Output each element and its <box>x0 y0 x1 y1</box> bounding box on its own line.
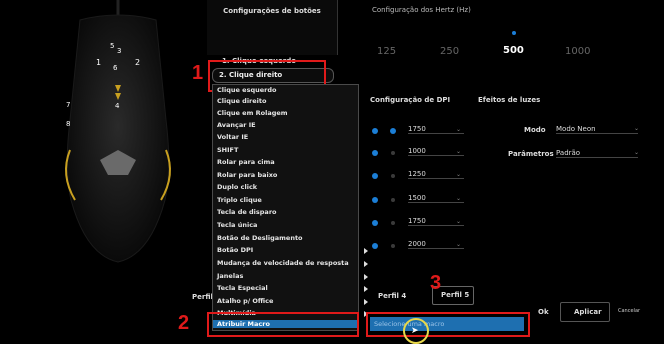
menu-item-triple-click[interactable]: Triplo clique <box>217 196 262 204</box>
menu-item-fire-key[interactable]: Tecla de disparo <box>217 208 277 216</box>
mouse-label-4: 4 <box>115 102 120 110</box>
dpi-dot-3b <box>391 174 395 178</box>
menu-item-scroll-up[interactable]: Rolar para cima <box>217 158 275 166</box>
dpi-dot-5 <box>372 220 378 226</box>
dpi-dot-4 <box>372 197 378 203</box>
chevron-down-icon: ⌄ <box>456 148 462 155</box>
mouse-label-7: 7 <box>66 101 71 109</box>
dpi-dot-2 <box>372 150 378 156</box>
profile-left-label[interactable]: Perfil <box>192 293 213 301</box>
annotation-box-2 <box>207 312 359 337</box>
submenu-arrow-icon <box>364 248 368 254</box>
buttons-config-title: Configurações de botões <box>223 7 321 15</box>
menu-item-right-click[interactable]: Clique direito <box>217 97 266 105</box>
dpi-dot-6b <box>391 244 395 248</box>
dpi-row-1[interactable]: 1750 ⌄ <box>372 125 472 137</box>
menu-item-windows[interactable]: Janelas <box>217 272 243 280</box>
hertz-option-500[interactable]: 500 <box>503 45 524 56</box>
chevron-down-icon: ⌄ <box>634 149 640 156</box>
mouse-label-3: 3 <box>117 47 122 55</box>
ok-button[interactable]: Ok <box>538 308 549 316</box>
menu-item-forward-ie[interactable]: Avançar IE <box>217 121 256 129</box>
mouse-label-2: 2 <box>135 58 141 67</box>
annotation-number-1: 1 <box>192 62 204 84</box>
menu-item-office-shortcut[interactable]: Atalho p/ Office <box>217 297 273 305</box>
hertz-option-125[interactable]: 125 <box>377 46 396 57</box>
dpi-dot-2b <box>391 151 395 155</box>
lights-mode-value: Modo Neon <box>556 125 638 134</box>
menu-item-scroll-click[interactable]: Clique em Rolagem <box>217 109 288 117</box>
lights-mode-select[interactable]: Modo Neon ⌄ <box>556 124 642 136</box>
cursor-icon: ➤ <box>411 326 419 336</box>
lights-mode-label: Modo <box>524 126 546 134</box>
dpi-row-5[interactable]: 1750 ⌄ <box>372 217 472 229</box>
profile-5-label: Perfil 5 <box>441 291 470 299</box>
chevron-down-icon: ⌄ <box>456 241 462 248</box>
dpi-row-6[interactable]: 2000 ⌄ <box>372 240 472 252</box>
dpi-title: Configuração de DPI <box>370 96 451 104</box>
dpi-dot-3 <box>372 173 378 179</box>
hertz-title: Configuração dos Hertz (Hz) <box>372 6 471 14</box>
menu-item-dpi-button[interactable]: Botão DPI <box>217 246 253 254</box>
menu-item-response-speed[interactable]: Mudança de velocidade de resposta <box>217 259 349 267</box>
lights-params-label: Parâmetros <box>508 150 554 158</box>
mouse-illustration <box>0 0 205 337</box>
mouse-label-5: 5 <box>110 42 115 50</box>
button-action-dropdown: Clique esquerdo Clique direito Clique em… <box>212 84 368 331</box>
menu-item-single-key[interactable]: Tecla única <box>217 221 257 229</box>
chevron-down-icon: ⌄ <box>456 195 462 202</box>
profile-4-tab[interactable]: Perfil 4 <box>378 292 406 300</box>
mouse-label-8: 8 <box>66 120 71 128</box>
apply-label: Aplicar <box>574 308 602 316</box>
chevron-down-icon: ⌄ <box>456 218 462 225</box>
mouse-label-1: 1 <box>96 58 102 67</box>
menu-item-shutdown-button[interactable]: Botão de Desligamento <box>217 234 303 242</box>
submenu-arrow-icon <box>364 274 368 280</box>
hertz-option-1000[interactable]: 1000 <box>565 46 590 57</box>
mouse-label-6: 6 <box>113 64 118 72</box>
buttons-config-panel: Configurações de botões <box>207 0 338 55</box>
lights-title: Efeitos de luzes <box>478 96 541 104</box>
annotation-number-3: 3 <box>430 272 442 294</box>
annotation-number-2: 2 <box>178 312 190 334</box>
hertz-selected-indicator <box>512 31 516 35</box>
lights-params-select[interactable]: Padrão ⌄ <box>556 148 642 160</box>
hertz-option-250[interactable]: 250 <box>440 46 459 57</box>
cancel-button[interactable]: Cancelar <box>618 308 640 314</box>
menu-item-special-key[interactable]: Tecla Especial <box>217 284 268 292</box>
dpi-row-2[interactable]: 1000 ⌄ <box>372 147 472 159</box>
dpi-dot-1 <box>372 128 378 134</box>
chevron-down-icon: ⌄ <box>456 126 462 133</box>
menu-item-double-click[interactable]: Duplo click <box>217 183 257 191</box>
dpi-dot-4b <box>391 198 395 202</box>
chevron-down-icon: ⌄ <box>456 171 462 178</box>
lights-params-value: Padrão <box>556 149 638 158</box>
submenu-arrow-icon <box>364 286 368 292</box>
menu-item-shift[interactable]: SHIFT <box>217 146 238 154</box>
dpi-dot-1b <box>390 128 396 134</box>
dpi-row-3[interactable]: 1250 ⌄ <box>372 170 472 182</box>
annotation-box-3 <box>366 312 530 337</box>
chevron-down-icon: ⌄ <box>634 125 640 132</box>
menu-item-scroll-down[interactable]: Rolar para baixo <box>217 171 277 179</box>
submenu-arrow-icon <box>364 261 368 267</box>
apply-button[interactable]: Aplicar <box>560 302 610 322</box>
dpi-dot-5b <box>391 221 395 225</box>
submenu-arrow-icon <box>364 299 368 305</box>
dpi-dot-6 <box>372 243 378 249</box>
menu-item-back-ie[interactable]: Voltar IE <box>217 133 248 141</box>
dpi-row-4[interactable]: 1500 ⌄ <box>372 194 472 206</box>
menu-item-left-click[interactable]: Clique esquerdo <box>217 86 276 94</box>
